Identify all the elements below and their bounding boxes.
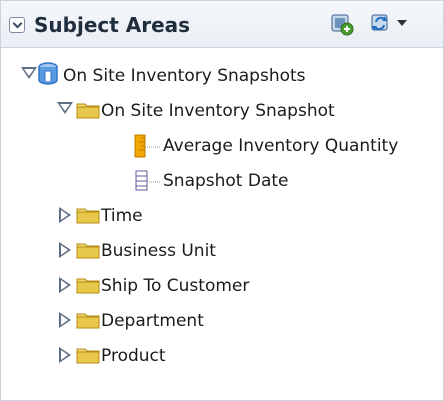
attribute-column-icon [135,169,161,193]
expand-toggle-icon[interactable] [59,347,71,363]
panel-title: Subject Areas [34,13,191,37]
panel-header: Subject Areas [1,1,443,48]
tree-node-root[interactable]: On Site Inventory Snapshots [1,59,441,93]
tree-node-label: Product [101,346,166,366]
tree-node-folder-time[interactable]: Time [1,199,441,233]
tree-node-measure[interactable]: Average Inventory Quantity [1,129,441,163]
tree-node-label: On Site Inventory Snapshot [101,101,335,121]
folder-icon [76,346,100,364]
tree-node-folder-department[interactable]: Department [1,304,441,338]
subject-area-cube-icon [37,62,59,86]
expand-toggle-icon[interactable] [59,242,71,258]
tree-node-folder-ship-to-customer[interactable]: Ship To Customer [1,269,441,303]
folder-icon [76,311,100,329]
tree-node-label: Department [101,311,204,331]
expand-toggle-icon[interactable] [59,207,71,223]
subject-areas-panel: Subject Areas On Site Inventory Snapshot… [0,0,444,401]
tree-node-label: On Site Inventory Snapshots [63,66,306,86]
folder-icon [76,206,100,224]
tree-node-attribute[interactable]: Snapshot Date [1,164,441,198]
tree-node-folder-product[interactable]: Product [1,339,441,373]
folder-icon [76,101,100,119]
expand-toggle-icon[interactable] [59,312,71,328]
tree-node-label: Average Inventory Quantity [163,136,399,156]
add-subject-area-icon[interactable] [328,10,354,36]
refresh-icon[interactable] [367,10,393,36]
tree-node-label: Snapshot Date [163,171,289,191]
tree-node-label: Ship To Customer [101,276,250,296]
collapse-panel-button[interactable] [9,17,25,33]
folder-icon [76,241,100,259]
expand-toggle-icon[interactable] [21,67,37,79]
expand-toggle-icon[interactable] [57,102,73,114]
tree-node-folder[interactable]: On Site Inventory Snapshot [1,94,441,128]
tree-node-label: Time [101,206,143,226]
chevron-down-icon[interactable] [397,20,407,28]
measure-ruler-icon [133,134,161,158]
tree-node-label: Business Unit [101,241,216,261]
folder-icon [76,276,100,294]
expand-toggle-icon[interactable] [59,277,71,293]
tree-node-folder-business-unit[interactable]: Business Unit [1,234,441,268]
